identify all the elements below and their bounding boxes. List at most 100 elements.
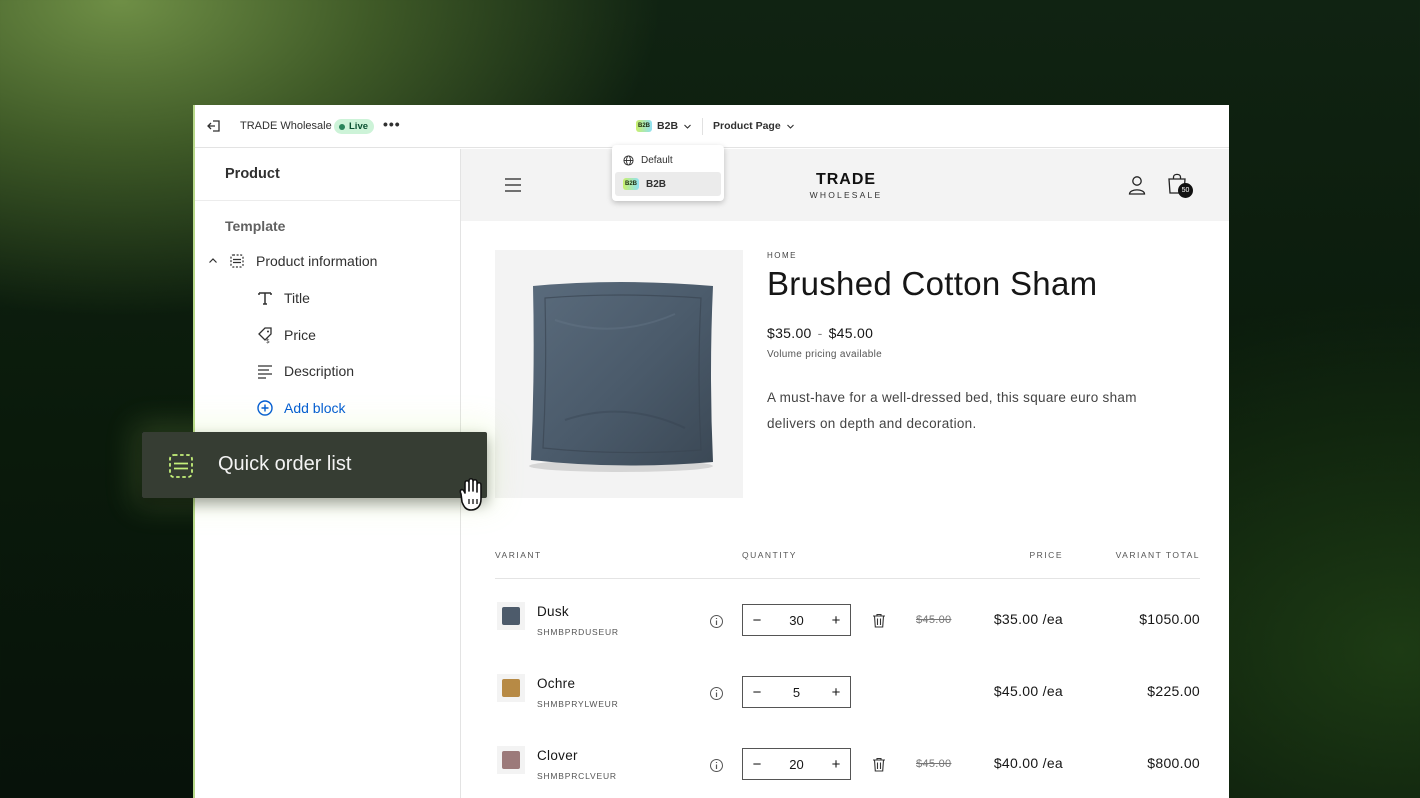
decrement-button[interactable]: −	[743, 684, 771, 701]
dropdown-item-default[interactable]: Default	[615, 148, 721, 172]
increment-button[interactable]: +	[822, 684, 850, 701]
sidebar-title: Product	[225, 166, 280, 182]
variant-sku: SHMBPRCLVEUR	[537, 771, 617, 781]
trash-icon[interactable]	[872, 613, 886, 628]
quantity-stepper: − 5 +	[742, 676, 851, 708]
sidebar-divider	[195, 200, 460, 201]
add-block-button[interactable]: Add block	[195, 397, 460, 419]
pillow-thumb-image	[502, 607, 520, 625]
editor-topbar: TRADE Wholesale Live ••• B2B B2B Product…	[195, 105, 1229, 148]
add-block-label: Add block	[284, 400, 346, 416]
quantity-input[interactable]: 5	[793, 685, 800, 700]
status-badge: Live	[334, 119, 375, 134]
variant-thumbnail	[497, 746, 525, 774]
page-label: Product Page	[713, 120, 781, 132]
grab-cursor-icon	[459, 477, 482, 511]
plus-circle-icon	[257, 400, 273, 416]
pillow-image	[529, 282, 713, 472]
more-actions-button[interactable]: •••	[383, 116, 401, 132]
store-logo[interactable]: TRADE WHOLESALE	[461, 171, 1229, 200]
variant-swatch	[502, 679, 520, 697]
column-header-variant: VARIANT	[495, 550, 542, 560]
original-price: $45.00	[916, 758, 952, 770]
quantity-stepper: − 20 +	[742, 748, 851, 780]
table-row: Dusk SHMBPRDUSEUR − 30 + $45.00 $35.00 /…	[461, 592, 1229, 652]
live-dot-icon	[339, 123, 345, 130]
variant-total: $1050.00	[1139, 611, 1200, 627]
pillow-thumb-image	[502, 751, 520, 769]
pillow-thumb-image	[502, 679, 520, 697]
section-label: Product information	[256, 253, 378, 269]
b2b-chip-icon: B2B	[623, 178, 640, 190]
table-divider	[495, 578, 1200, 579]
original-price: $45.00	[916, 614, 952, 626]
topbar-divider	[702, 118, 703, 135]
dragged-section-quick-order-list[interactable]: Quick order list	[142, 432, 487, 498]
section-product-information[interactable]: Product information	[195, 250, 460, 272]
column-header-total: VARIANT TOTAL	[1115, 550, 1200, 560]
product-image[interactable]	[495, 250, 743, 498]
exit-icon[interactable]	[207, 119, 221, 133]
b2b-chip-icon: B2B	[636, 120, 653, 132]
chevron-down-icon	[786, 124, 794, 129]
quantity-input[interactable]: 20	[789, 757, 803, 772]
variant-thumbnail	[497, 674, 525, 702]
chevron-up-icon[interactable]	[208, 256, 218, 266]
product-title: Brushed Cotton Sham	[767, 265, 1098, 302]
product-price: $35.00- $45.00	[767, 325, 873, 341]
trash-icon[interactable]	[872, 757, 886, 772]
account-icon[interactable]	[1128, 175, 1146, 195]
paragraph-icon	[258, 365, 272, 379]
variant-total: $225.00	[1147, 683, 1200, 699]
block-price[interactable]: $ Price	[195, 324, 460, 346]
section-icon	[169, 454, 193, 478]
variant-name: Dusk	[537, 604, 569, 619]
quantity-stepper: − 30 +	[742, 604, 851, 636]
page-selector[interactable]: Product Page	[713, 120, 795, 132]
globe-icon	[623, 154, 634, 166]
variant-sku: SHMBPRDUSEUR	[537, 627, 619, 637]
increment-button[interactable]: +	[822, 612, 850, 629]
context-label: B2B	[657, 120, 679, 132]
text-icon	[258, 292, 272, 305]
storefront-preview: TRADE WHOLESALE 50 HOME Brushed Cotton S…	[461, 149, 1229, 798]
dropdown-item-label: B2B	[646, 178, 667, 190]
unit-price: $45.00 /ea	[993, 683, 1063, 699]
dropdown-item-label: Default	[641, 154, 673, 166]
decrement-button[interactable]: −	[743, 756, 771, 773]
column-header-price: PRICE	[1029, 550, 1063, 560]
column-header-quantity: QUANTITY	[742, 550, 797, 560]
breadcrumb[interactable]: HOME	[767, 251, 797, 260]
store-name: TRADE Wholesale	[240, 120, 332, 132]
section-icon	[230, 254, 244, 268]
quantity-input[interactable]: 30	[789, 613, 803, 628]
variant-swatch	[502, 751, 520, 769]
decrement-button[interactable]: −	[743, 612, 771, 629]
increment-button[interactable]: +	[822, 756, 850, 773]
variant-name: Ochre	[537, 676, 576, 691]
price-tag-icon: $	[258, 327, 272, 344]
svg-text:$: $	[266, 338, 270, 344]
template-heading: Template	[225, 218, 286, 234]
unit-price: $35.00 /ea	[993, 611, 1063, 627]
chevron-down-icon	[684, 124, 691, 129]
block-description[interactable]: Description	[195, 360, 460, 382]
block-label: Description	[284, 363, 355, 379]
dropdown-item-b2b[interactable]: B2B B2B	[615, 172, 721, 196]
variant-thumbnail	[497, 602, 525, 630]
dragged-section-label: Quick order list	[218, 453, 352, 475]
table-row: Ochre SHMBPRYLWEUR − 5 + $45.00 /ea $225…	[461, 664, 1229, 724]
context-dropdown: Default B2B B2B	[612, 145, 724, 201]
variant-swatch	[502, 607, 520, 625]
info-icon[interactable]	[709, 614, 724, 629]
info-icon[interactable]	[709, 758, 724, 773]
price-low: $35.00	[767, 325, 812, 341]
unit-price: $40.00 /ea	[993, 755, 1063, 771]
product-description: A must-have for a well-dressed bed, this…	[767, 390, 1137, 431]
block-label: Price	[284, 327, 316, 343]
price-separator: -	[817, 325, 823, 341]
variant-sku: SHMBPRYLWEUR	[537, 699, 619, 709]
context-selector[interactable]: B2B B2B	[636, 120, 692, 132]
info-icon[interactable]	[709, 686, 724, 701]
block-title[interactable]: Title	[195, 287, 460, 309]
